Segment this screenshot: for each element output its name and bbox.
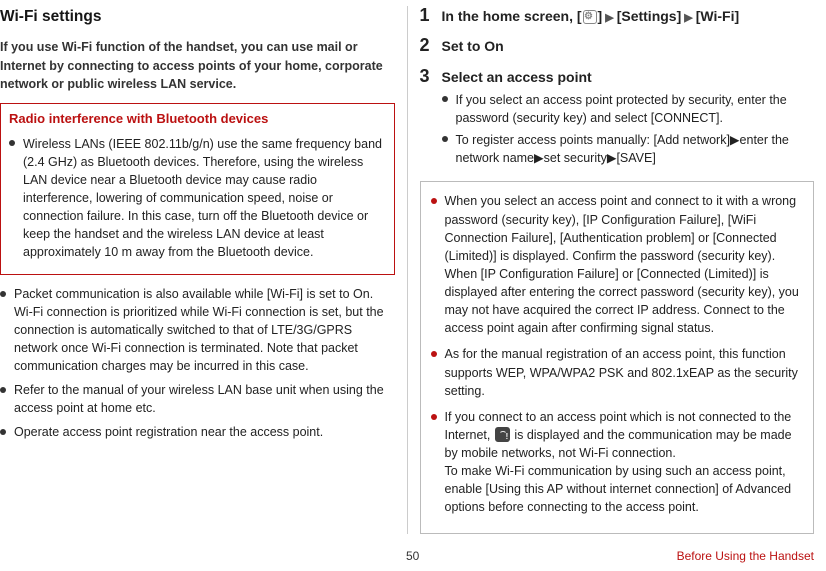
radio-box-body: Wireless LANs (IEEE 802.11b/g/n) use the…: [9, 135, 386, 262]
step-2-num: 2: [420, 36, 434, 60]
radio-box-title: Radio interference with Bluetooth device…: [9, 110, 386, 129]
step-1-title-pre: In the home screen, [: [442, 8, 582, 24]
wifi-exclaim-icon: [495, 427, 510, 442]
settings-icon: [583, 10, 597, 24]
note-item: As for the manual registration of an acc…: [431, 345, 804, 399]
note-item: If you connect to an access point which …: [431, 408, 804, 517]
step-1-title-tail: [Wi-Fi]: [696, 8, 739, 24]
step-1-num: 1: [420, 6, 434, 30]
footer-section: Before Using the Handset: [677, 548, 814, 565]
step-3: 3 Select an access point If you select a…: [420, 67, 815, 172]
intro-text: If you use Wi-Fi function of the handset…: [0, 38, 395, 92]
page-footer: 50 Before Using the Handset: [0, 548, 814, 565]
step-1-title-mid1: ]: [598, 8, 603, 24]
step-3-subs: If you select an access point protected …: [442, 91, 815, 168]
step-3-sub: To register access points manually: [Add…: [442, 131, 815, 167]
arrow-icon: ▶: [684, 13, 692, 24]
left-bullet: Refer to the manual of your wireless LAN…: [0, 381, 395, 417]
left-bullet: Operate access point registration near t…: [0, 423, 395, 441]
radio-interference-box: Radio interference with Bluetooth device…: [0, 103, 395, 275]
step-1: 1 In the home screen, []▶[Settings]▶[Wi-…: [420, 6, 815, 30]
arrow-icon: ▶: [605, 13, 613, 24]
notes-box: When you select an access point and conn…: [420, 181, 815, 533]
step-3-title: Select an access point: [442, 67, 815, 87]
step-1-title: In the home screen, []▶[Settings]▶[Wi-Fi…: [442, 6, 815, 26]
wifi-settings-heading: Wi-Fi settings: [0, 6, 395, 28]
step-2-title: Set to On: [442, 36, 815, 56]
page-number: 50: [406, 548, 419, 565]
step-3-sub: If you select an access point protected …: [442, 91, 815, 127]
step-3-num: 3: [420, 67, 434, 172]
left-bullet: Packet communication is also available w…: [0, 285, 395, 376]
step-1-title-mid2: [Settings]: [617, 8, 682, 24]
left-bullets: Packet communication is also available w…: [0, 285, 395, 442]
step-2: 2 Set to On: [420, 36, 815, 60]
note-item: When you select an access point and conn…: [431, 192, 804, 337]
